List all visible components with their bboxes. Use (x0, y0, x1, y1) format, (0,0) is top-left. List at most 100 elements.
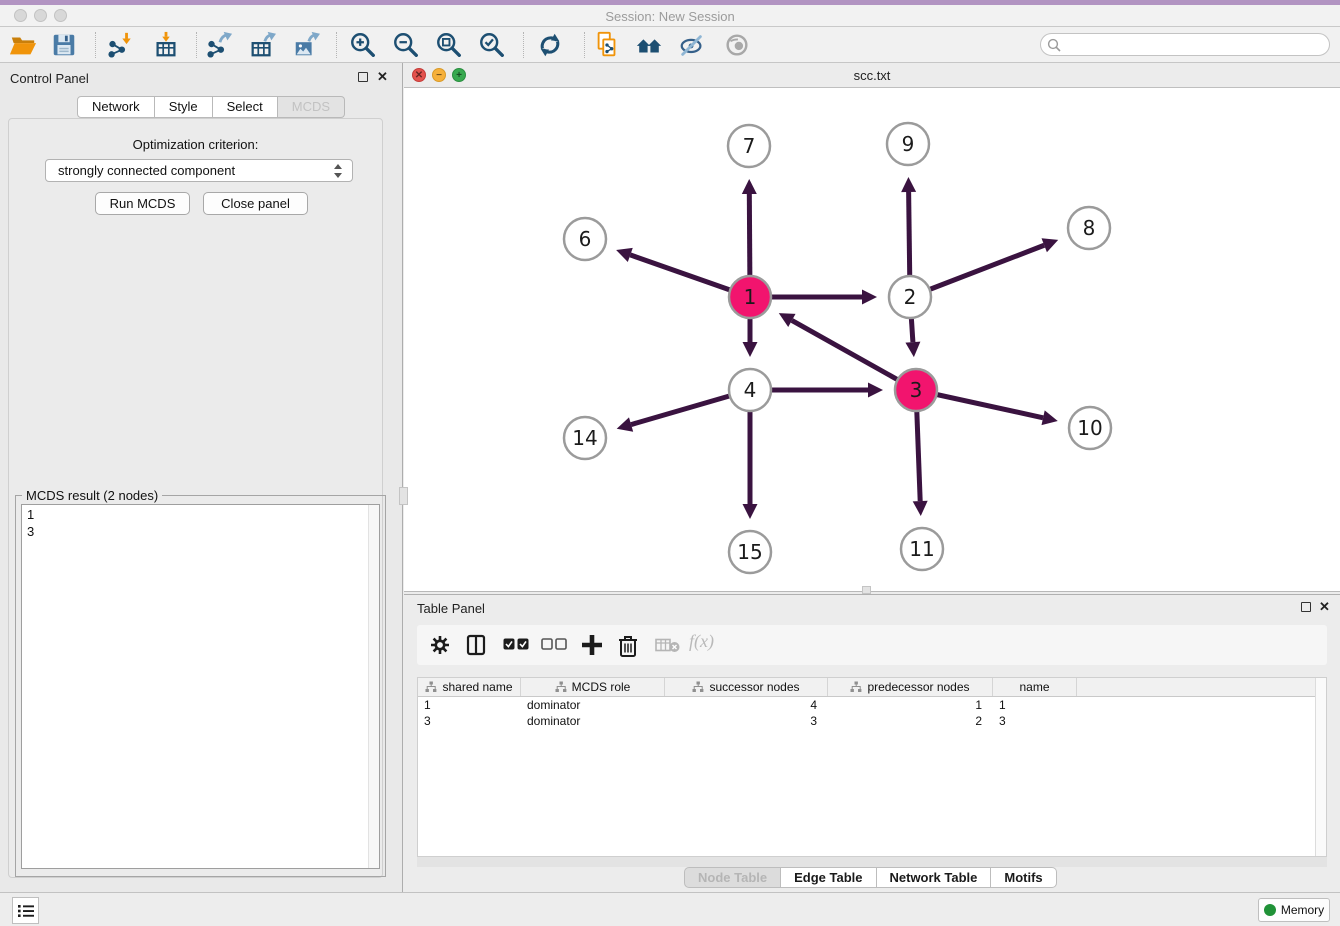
select-all-checkboxes-icon[interactable] (503, 638, 529, 651)
save-session-icon[interactable] (50, 31, 78, 59)
graphics-details-icon[interactable] (678, 31, 706, 59)
tab-network[interactable]: Network (77, 96, 155, 118)
node-table: shared name MCDS role successor nodes pr… (417, 677, 1327, 857)
control-panel: Control Panel ✕ Network Style Select MCD… (0, 63, 403, 892)
network-canvas[interactable]: 7968124314101511 (404, 88, 1340, 592)
graph-node-label: 14 (572, 426, 597, 450)
mcds-result-title: MCDS result (2 nodes) (22, 488, 162, 503)
add-column-icon[interactable] (579, 632, 605, 658)
export-image-icon[interactable] (292, 31, 320, 59)
export-table-icon[interactable] (248, 31, 276, 59)
graph-edge-arrowhead (617, 417, 633, 431)
table-scrollbar[interactable] (1315, 678, 1326, 856)
graph-edge-arrowhead (742, 179, 757, 194)
graph-node-label: 10 (1077, 416, 1102, 440)
toolbar-separator (95, 32, 96, 58)
sidebar-splitter-grip[interactable] (399, 487, 408, 505)
graph-node-label: 8 (1083, 216, 1096, 240)
export-network-icon[interactable] (205, 31, 233, 59)
import-table-icon[interactable] (152, 31, 180, 59)
graph-edge-arrowhead (901, 177, 916, 192)
function-builder-icon[interactable]: f(x) (689, 631, 714, 652)
mcds-result-textarea[interactable]: 1 3 (21, 504, 380, 869)
toolbar-separator (584, 32, 585, 58)
memory-button[interactable]: Memory (1258, 898, 1330, 922)
float-panel-icon[interactable] (358, 72, 368, 82)
search-box (1040, 33, 1330, 56)
zoom-fit-icon[interactable] (435, 31, 463, 59)
tab-node-table[interactable]: Node Table (684, 867, 781, 888)
memory-label: Memory (1281, 903, 1324, 917)
mcds-panel: Optimization criterion: strongly connect… (8, 118, 383, 878)
cell-successor-nodes: 4 (665, 697, 828, 713)
zoom-in-icon[interactable] (349, 31, 377, 59)
delete-table-icon[interactable] (655, 638, 681, 653)
status-bar: Memory (0, 892, 1340, 926)
network-window-title: scc.txt (404, 68, 1340, 83)
import-network-icon[interactable] (106, 31, 134, 59)
control-panel-tabs: Network Style Select MCDS (77, 96, 345, 118)
table-footer-strip (417, 857, 1327, 867)
network-maximize-button[interactable]: + (452, 68, 466, 82)
result-scrollbar[interactable] (368, 505, 379, 868)
graph-node-label: 6 (579, 227, 592, 251)
table-row[interactable]: 1 dominator 4 1 1 (418, 697, 1326, 713)
graph-edge-arrowhead (743, 504, 758, 519)
toolbar-separator (336, 32, 337, 58)
mcds-result-groupbox: MCDS result (2 nodes) 1 3 (15, 495, 386, 877)
canvas-splitter-grip[interactable] (862, 586, 871, 594)
cell-predecessor-nodes: 1 (828, 697, 993, 713)
run-mcds-button[interactable]: Run MCDS (95, 192, 190, 215)
column-header-shared-name[interactable]: shared name (418, 678, 521, 696)
float-table-panel-icon[interactable] (1301, 602, 1311, 612)
graph-node-label: 4 (744, 378, 757, 402)
open-session-icon[interactable] (9, 31, 37, 59)
column-header-name[interactable]: name (993, 678, 1077, 696)
cell-name: 1 (993, 697, 1077, 713)
home-view-icon[interactable] (635, 31, 663, 59)
deselect-all-checkboxes-icon[interactable] (541, 638, 567, 651)
hierarchy-icon (425, 681, 437, 693)
toolbar-separator (523, 32, 524, 58)
tab-network-table[interactable]: Network Table (877, 867, 992, 888)
close-panel-button[interactable]: Close panel (203, 192, 308, 215)
tab-mcds[interactable]: MCDS (278, 96, 345, 118)
column-header-mcds-role[interactable]: MCDS role (521, 678, 665, 696)
hierarchy-icon (850, 681, 862, 693)
close-panel-icon[interactable]: ✕ (377, 71, 388, 83)
select-stepper-icon (334, 164, 343, 178)
table-panel-title: Table Panel (417, 601, 485, 616)
result-line: 3 (27, 523, 374, 540)
table-toolbar: f(x) (417, 625, 1327, 665)
optimization-criterion-label: Optimization criterion: (9, 137, 382, 152)
hierarchy-icon (692, 681, 704, 693)
network-window-titlebar: scc.txt ✕ − + (404, 63, 1340, 88)
task-history-button[interactable] (12, 897, 39, 924)
network-minimize-button[interactable]: − (432, 68, 446, 82)
zoom-out-icon[interactable] (392, 31, 420, 59)
apply-layout-icon[interactable] (536, 31, 564, 59)
graph-node-label: 9 (902, 132, 915, 156)
node-table-header: shared name MCDS role successor nodes pr… (418, 678, 1326, 697)
criterion-select[interactable]: strongly connected component (45, 159, 353, 182)
tab-style[interactable]: Style (155, 96, 213, 118)
duplicate-network-icon[interactable] (593, 31, 621, 59)
column-visibility-icon[interactable] (465, 634, 487, 656)
graph-edge-arrowhead (868, 383, 883, 398)
cell-mcds-role: dominator (521, 697, 665, 713)
search-input[interactable] (1065, 35, 1323, 54)
close-table-panel-icon[interactable]: ✕ (1319, 601, 1330, 613)
column-header-successor-nodes[interactable]: successor nodes (665, 678, 828, 696)
tab-edge-table[interactable]: Edge Table (781, 867, 876, 888)
birds-eye-view-icon[interactable] (723, 31, 751, 59)
delete-column-icon[interactable] (617, 634, 639, 658)
table-settings-icon[interactable] (429, 634, 451, 656)
table-panel: Table Panel ✕ f(x) (404, 594, 1340, 892)
table-row[interactable]: 3 dominator 3 2 3 (418, 713, 1326, 729)
column-header-predecessor-nodes[interactable]: predecessor nodes (828, 678, 993, 696)
tab-select[interactable]: Select (213, 96, 278, 118)
zoom-selected-icon[interactable] (478, 31, 506, 59)
tab-motifs[interactable]: Motifs (991, 867, 1056, 888)
network-close-button[interactable]: ✕ (412, 68, 426, 82)
network-view-window: scc.txt ✕ − + 7968124314101511 (404, 63, 1340, 593)
